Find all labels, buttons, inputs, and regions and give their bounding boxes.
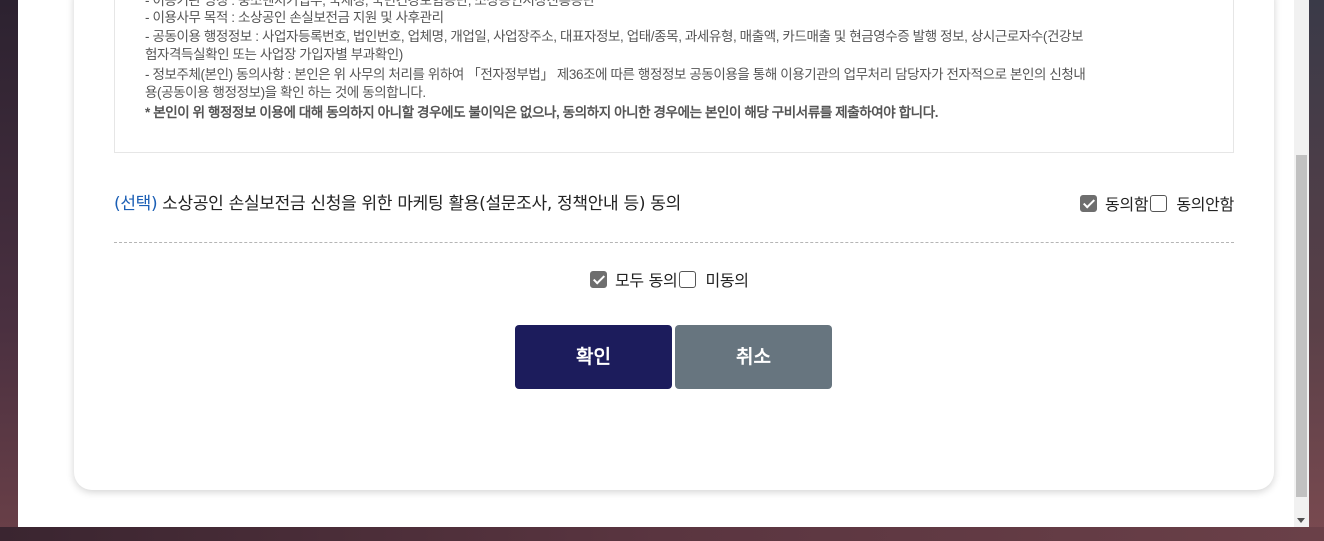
browser-viewport: - 이용기관 명칭 : 중소벤처기업부, 국세청, 국민건강보험공단, 소상공인… xyxy=(18,0,1294,527)
cancel-button[interactable]: 취소 xyxy=(675,325,832,389)
all-agree-label[interactable]: 모두 동의 xyxy=(615,267,678,291)
all-disagree-checkbox[interactable] xyxy=(679,270,697,288)
optional-prefix: (선택) xyxy=(114,194,158,214)
notice-line-disclaimer: * 본인이 위 행정정보 이용에 대해 동의하지 아니할 경우에도 불이익은 없… xyxy=(145,105,939,120)
marketing-agree-checkbox[interactable] xyxy=(1080,194,1098,212)
notice-line-shared-info-cont: 험자격득실확인 또는 사업장 가입자별 부과확인) xyxy=(145,47,403,62)
notice-line-subject-consent-cont: 용(공동이용 행정정보)을 확인 하는 것에 동의합니다. xyxy=(145,85,426,100)
background-cityscape-bottom xyxy=(0,527,1324,541)
notice-line-shared-info: - 공동이용 행정정보 : 사업자등록번호, 법인번호, 업체명, 개업일, 사… xyxy=(145,29,1084,44)
vertical-scrollbar[interactable] xyxy=(1294,0,1309,527)
background-cityscape-left xyxy=(0,0,18,541)
notice-line-subject-consent: - 정보주체(본인) 동의사항 : 본인은 위 사무의 처리를 위하여 「전자정… xyxy=(145,67,1086,82)
section-divider xyxy=(114,242,1234,243)
all-agree-checkbox[interactable] xyxy=(590,270,607,288)
marketing-disagree-checkbox[interactable] xyxy=(1150,194,1168,212)
marketing-consent-title: (선택) 소상공인 손실보전금 신청을 위한 마케팅 활용(설문조사, 정책안내… xyxy=(114,189,681,214)
confirm-button[interactable]: 확인 xyxy=(515,325,672,389)
scrollbar-thumb[interactable] xyxy=(1296,155,1307,497)
marketing-disagree-label[interactable]: 동의안함 xyxy=(1176,191,1234,215)
marketing-consent-choices: 동의함 동의안함 xyxy=(1080,191,1234,215)
scroll-down-arrow-icon[interactable] xyxy=(1297,518,1305,523)
administrative-info-notice: - 이용기관 명칭 : 중소벤처기업부, 국세청, 국민건강보험공단, 소상공인… xyxy=(114,0,1234,153)
marketing-consent-row: (선택) 소상공인 손실보전금 신청을 위한 마케팅 활용(설문조사, 정책안내… xyxy=(114,186,1234,216)
all-consent-row: 모두 동의 미동의 xyxy=(590,267,751,291)
all-disagree-label[interactable]: 미동의 xyxy=(705,267,749,291)
marketing-agree-label[interactable]: 동의함 xyxy=(1105,191,1149,215)
marketing-consent-text: 소상공인 손실보전금 신청을 위한 마케팅 활용(설문조사, 정책안내 등) 동… xyxy=(162,194,681,214)
notice-line-purpose: - 이용사무 목적 : 소상공인 손실보전금 지원 및 사후관리 xyxy=(145,10,444,25)
